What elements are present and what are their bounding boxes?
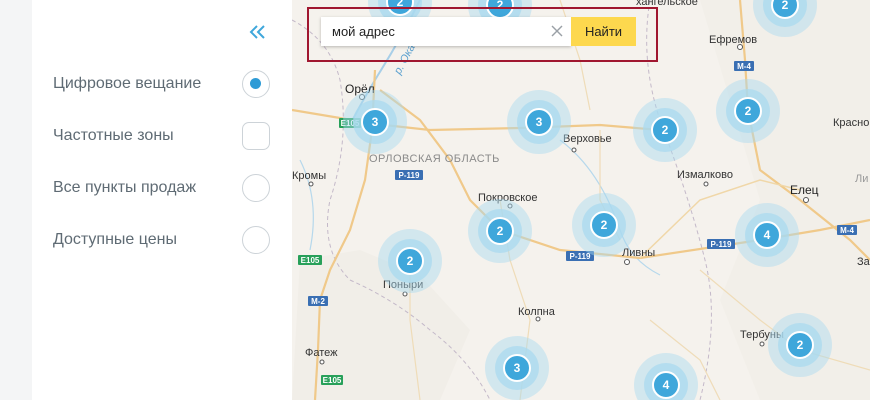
road-shield-e105: E105 — [298, 255, 322, 265]
placemark-cluster[interactable]: 2 — [716, 79, 780, 143]
placemark-cluster[interactable]: 2 — [378, 229, 442, 293]
cluster-count: 3 — [514, 361, 521, 375]
town-label: Ливны — [622, 247, 655, 259]
placemark-cluster[interactable]: 2 — [468, 199, 532, 263]
road-label: М-4 — [840, 226, 854, 235]
road-label: М-4 — [737, 62, 751, 71]
option-affordable-prices[interactable]: Доступные цены — [53, 225, 283, 257]
town-label: Фатеж — [305, 347, 338, 359]
option-label: Цифровое вещание — [53, 75, 202, 92]
road-shield-e105: E105 — [321, 375, 343, 385]
road-shield-m2: М-2 — [308, 296, 328, 306]
address-search-input[interactable] — [321, 17, 571, 46]
filter-sidebar: Цифровое вещание Частотные зоны Все пунк… — [0, 0, 292, 400]
sidebar-edge — [0, 0, 32, 400]
option-label: Все пункты продаж — [53, 179, 197, 196]
town-label: Ефремов — [709, 34, 757, 46]
region-label: ОРЛОВСКАЯ ОБЛАСТЬ — [369, 153, 500, 165]
town-label: Колпна — [518, 306, 556, 318]
double-chevron-left-icon — [249, 25, 265, 39]
cluster-count: 2 — [601, 218, 608, 232]
frequency-zones-checkbox[interactable] — [242, 122, 270, 150]
option-frequency-zones[interactable]: Частотные зоны — [53, 121, 283, 153]
clear-search-button[interactable] — [548, 22, 566, 40]
town-label: Кромы — [292, 170, 326, 182]
placemark-cluster[interactable]: 2 — [633, 98, 697, 162]
cluster-count: 2 — [497, 224, 504, 238]
close-icon — [551, 25, 563, 37]
placemark-cluster[interactable]: 3 — [343, 90, 407, 154]
town-label: Измалково — [677, 169, 733, 181]
road-label: М-2 — [311, 297, 325, 306]
cluster-count: 4 — [764, 228, 771, 242]
road-shield-r119: Р-119 — [707, 239, 735, 249]
cluster-count: 2 — [407, 254, 414, 268]
town-label: Красно — [833, 117, 869, 129]
road-shield-m4: М-4 — [734, 61, 754, 71]
cluster-count: 2 — [662, 123, 669, 137]
road-label: Р-119 — [711, 240, 732, 249]
road-label: E105 — [301, 256, 320, 265]
placemark-cluster[interactable]: 3 — [507, 90, 571, 154]
road-label: Р-119 — [399, 171, 420, 180]
placemark-cluster[interactable]: 2 — [768, 313, 832, 377]
digital-broadcast-radio[interactable] — [242, 70, 270, 98]
cluster-count: 4 — [663, 378, 670, 392]
affordable-prices-radio[interactable] — [242, 226, 270, 254]
placemark-cluster[interactable]: 2 — [572, 193, 636, 257]
cluster-count: 3 — [536, 115, 543, 129]
cluster-count: 3 — [372, 115, 379, 129]
search-button[interactable]: Найти — [571, 17, 636, 46]
cluster-count: 2 — [782, 0, 789, 12]
road-shield-m4: М-4 — [837, 225, 857, 235]
road-shield-r119: Р-119 — [395, 170, 423, 180]
road-label: Р-119 — [570, 252, 591, 261]
placemark-cluster[interactable]: 4 — [735, 203, 799, 267]
all-sale-points-radio[interactable] — [242, 174, 270, 202]
town-label: Верховье — [563, 133, 612, 145]
collapse-sidebar-button[interactable] — [246, 20, 270, 44]
option-label: Частотные зоны — [53, 127, 174, 144]
placemark-cluster[interactable]: 3 — [485, 336, 549, 400]
option-all-sale-points[interactable]: Все пункты продаж — [53, 173, 283, 205]
town-label: За — [857, 256, 870, 268]
option-digital-broadcast[interactable]: Цифровое вещание — [53, 69, 283, 101]
option-label: Доступные цены — [53, 231, 177, 248]
radio-selected-dot — [250, 78, 261, 89]
town-label: Елец — [790, 183, 819, 197]
town-label: Ли — [855, 173, 868, 185]
road-label: E105 — [323, 376, 342, 385]
cluster-count: 2 — [745, 104, 752, 118]
cluster-count: 2 — [797, 338, 804, 352]
